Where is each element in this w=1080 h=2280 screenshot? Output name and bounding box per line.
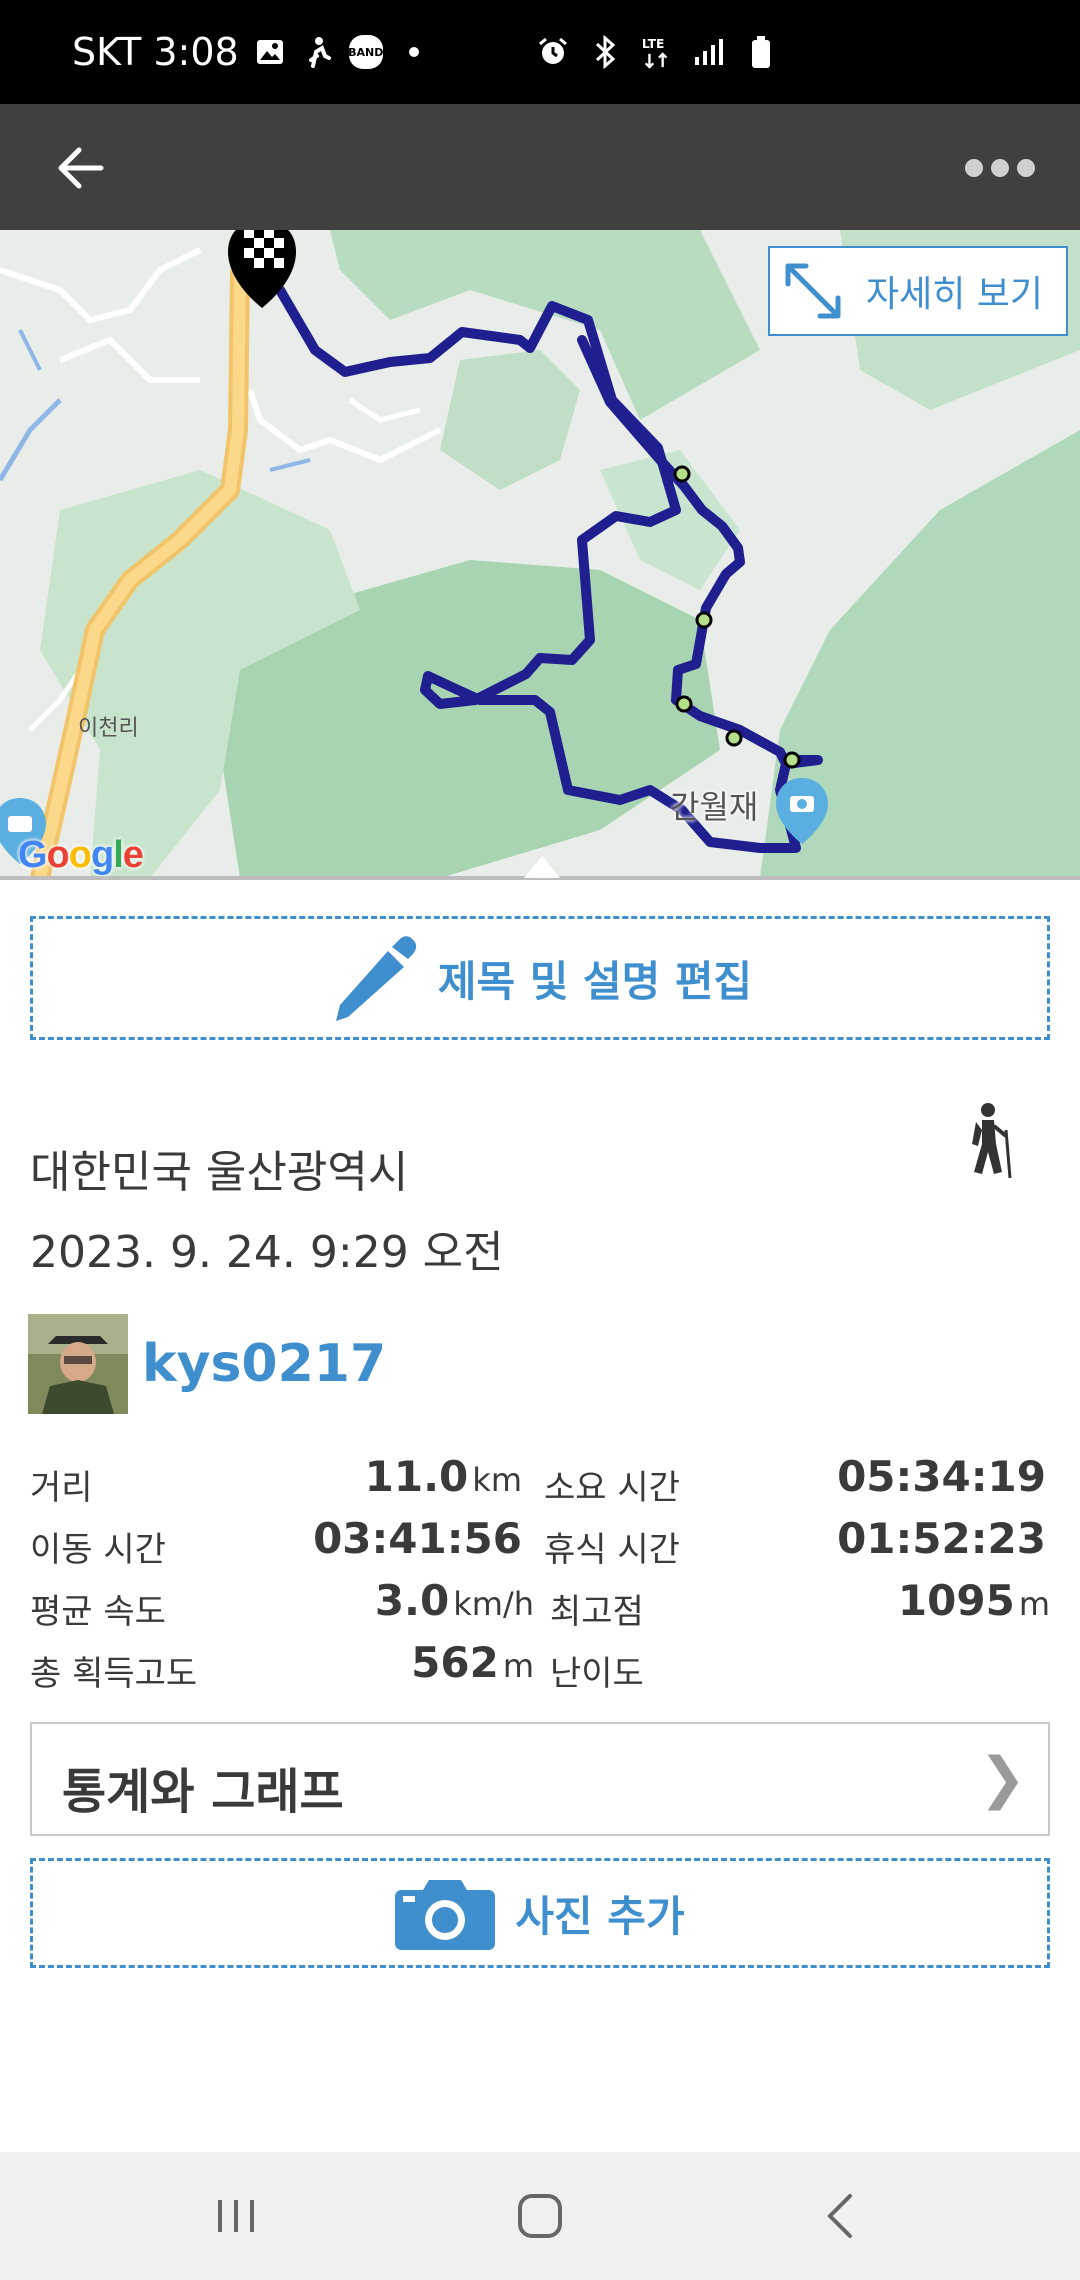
more-icon-dot	[991, 159, 1009, 177]
avg-speed-value: 3.0 km/h	[375, 1576, 534, 1625]
chevron-right-icon: ❯	[979, 1746, 1026, 1811]
carrier-time: SKT 3:08	[72, 30, 239, 74]
user-row[interactable]: kys0217	[28, 1314, 386, 1414]
camera-icon	[395, 1880, 496, 1950]
back-arrow-icon	[58, 147, 104, 189]
distance-label: 거리	[30, 1468, 93, 1508]
avg-speed-unit: km/h	[453, 1585, 534, 1623]
band-icon: BAND	[348, 35, 383, 69]
home-icon	[518, 2194, 562, 2238]
edit-title-button[interactable]: 제목 및 설명 편집	[30, 916, 1050, 1040]
elevation-gain-number: 562	[411, 1638, 499, 1687]
app-bar	[0, 104, 1080, 230]
max-altitude-value: 1095 m	[898, 1576, 1050, 1625]
status-left: SKT 3:08 BAND	[72, 0, 431, 104]
difficulty-label: 난이도	[550, 1654, 644, 1694]
gallery-icon	[253, 35, 287, 69]
elevation-gain-value: 562 m	[411, 1638, 534, 1687]
village-label: 이천리	[78, 716, 139, 741]
moving-time-label: 이동 시간	[30, 1530, 166, 1570]
expand-icon	[785, 263, 841, 319]
signal-icon	[692, 35, 726, 69]
hiker-icon	[972, 1103, 1012, 1179]
home-button[interactable]	[500, 2176, 580, 2256]
stats-graph-button[interactable]: 통계와 그래프 ❯	[30, 1722, 1050, 1836]
detail-view-label: 자세히 보기	[866, 274, 1044, 315]
notification-dot-icon	[397, 35, 431, 69]
stats-graph-label: 통계와 그래프	[62, 1764, 344, 1820]
rest-time-label: 휴식 시간	[544, 1530, 680, 1570]
lte-text: LTE	[642, 37, 665, 51]
nav-back-button[interactable]	[800, 2176, 880, 2256]
system-nav-bar	[0, 2152, 1080, 2280]
max-altitude-label: 최고점	[550, 1592, 644, 1632]
nav-back-icon	[827, 2194, 852, 2238]
datetime-text: 2023. 9. 24. 9:29 오전	[30, 1227, 504, 1278]
route-map[interactable]: 자세히 보기 이천리 간월재 Google	[0, 230, 1080, 878]
status-bar: SKT 3:08 BAND LTE	[0, 0, 1080, 104]
pencil-icon	[335, 936, 416, 1021]
distance-number: 11.0	[364, 1452, 469, 1501]
rest-time-value: 01:52:23	[837, 1514, 1046, 1563]
alarm-icon	[536, 35, 570, 69]
map-notch	[524, 856, 560, 878]
add-photo-button[interactable]: 사진 추가	[30, 1858, 1050, 1968]
google-logo: Google	[18, 834, 144, 876]
more-icon-dot	[1017, 159, 1035, 177]
username-link[interactable]: kys0217	[142, 1334, 386, 1394]
pass-label: 간월재	[670, 788, 759, 826]
lte-icon: LTE	[640, 35, 674, 69]
recents-button[interactable]	[196, 2176, 276, 2256]
avatar[interactable]	[28, 1314, 128, 1414]
avg-speed-number: 3.0	[374, 1576, 450, 1625]
elevation-gain-label: 총 획득고도	[30, 1654, 198, 1694]
more-button[interactable]	[950, 128, 1050, 208]
distance-value: 11.0 km	[365, 1452, 522, 1501]
battery-icon	[744, 35, 778, 69]
max-altitude-number: 1095	[897, 1576, 1015, 1625]
edit-title-label: 제목 및 설명 편집	[437, 956, 753, 1006]
location-text: 대한민국 울산광역시	[30, 1147, 409, 1198]
duration-label: 소요 시간	[544, 1468, 680, 1508]
duration-value: 05:34:19	[837, 1452, 1046, 1501]
elevation-gain-unit: m	[502, 1647, 534, 1685]
bluetooth-icon	[588, 35, 622, 69]
back-button[interactable]	[40, 128, 120, 208]
avg-speed-label: 평균 속도	[30, 1592, 166, 1632]
status-right: LTE	[536, 0, 778, 104]
max-altitude-unit: m	[1018, 1585, 1050, 1623]
hiking-notify-icon	[301, 35, 335, 69]
moving-time-value: 03:41:56	[313, 1514, 522, 1563]
recents-icon	[218, 2200, 254, 2232]
add-photo-label: 사진 추가	[515, 1891, 685, 1941]
detail-view-button[interactable]: 자세히 보기	[768, 246, 1068, 336]
distance-unit: km	[472, 1461, 522, 1499]
more-icon	[965, 159, 983, 177]
